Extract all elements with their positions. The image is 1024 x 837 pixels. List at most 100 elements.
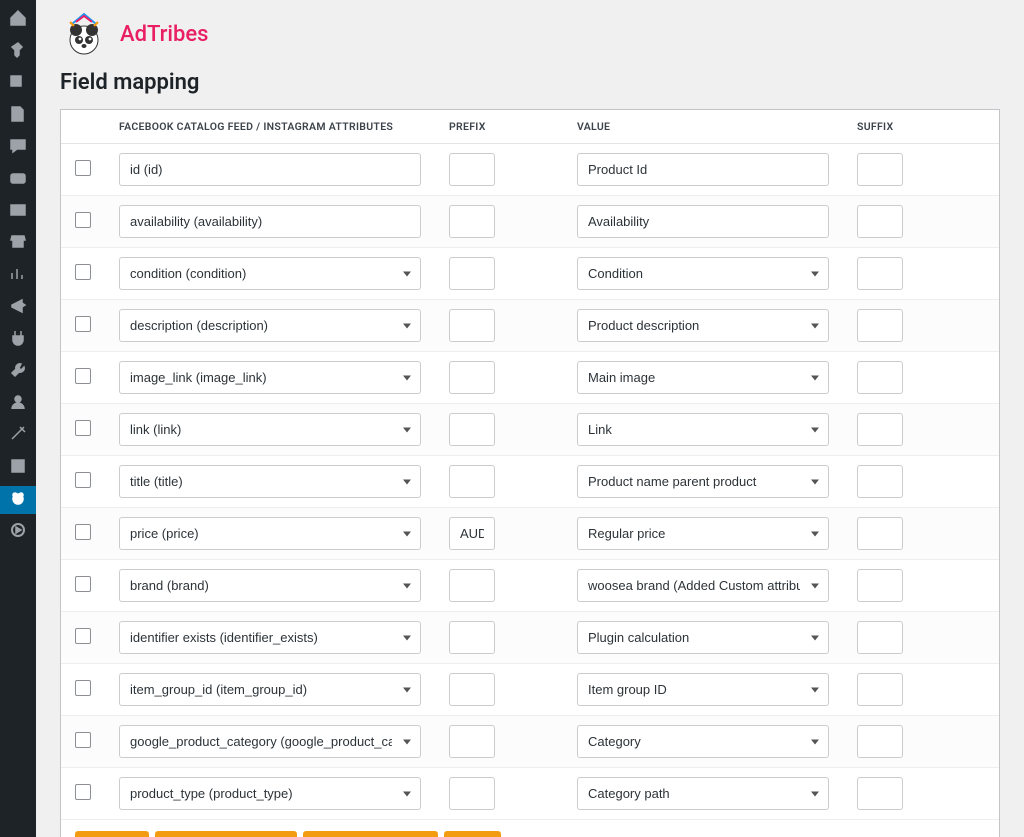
suffix-input[interactable] <box>857 621 903 654</box>
add-field-mapping-button[interactable]: + Add field mapping <box>155 831 298 837</box>
row-checkbox[interactable] <box>75 160 91 176</box>
media-icon <box>9 73 27 95</box>
prefix-input[interactable] <box>449 153 495 186</box>
attribute-select[interactable]: link (link) <box>119 413 421 446</box>
table-row: brand (brand) woosea brand (Added Custom … <box>61 560 999 612</box>
suffix-input[interactable] <box>857 725 903 758</box>
value-select[interactable]: Category path <box>577 777 829 810</box>
value-select[interactable]: woosea brand (Added Custom attribute) <box>577 569 829 602</box>
attribute-select[interactable]: description (description) <box>119 309 421 342</box>
row-checkbox[interactable] <box>75 368 91 384</box>
sidebar-item-pages[interactable] <box>0 102 36 130</box>
row-checkbox[interactable] <box>75 628 91 644</box>
attribute-input[interactable] <box>119 205 421 238</box>
sidebar-item-pin[interactable] <box>0 38 36 66</box>
sidebar-item-block[interactable] <box>0 454 36 482</box>
row-checkbox[interactable] <box>75 576 91 592</box>
prefix-input[interactable] <box>449 569 495 602</box>
sidebar-item-comments[interactable] <box>0 134 36 162</box>
value-select[interactable]: Product name parent product <box>577 465 829 498</box>
row-checkbox[interactable] <box>75 316 91 332</box>
add-custom-field-button[interactable]: + Add custom field <box>303 831 438 837</box>
table-actions: - Delete + Add field mapping + Add custo… <box>61 820 999 837</box>
row-checkbox[interactable] <box>75 732 91 748</box>
attribute-select[interactable]: google_product_category (google_product_… <box>119 725 421 758</box>
sidebar-item-users[interactable] <box>0 390 36 418</box>
value-select[interactable]: Main image <box>577 361 829 394</box>
value-select[interactable]: Category <box>577 725 829 758</box>
value-input[interactable] <box>577 205 829 238</box>
attribute-select[interactable]: product_type (product_type) <box>119 777 421 810</box>
suffix-input[interactable] <box>857 569 903 602</box>
sidebar-item-circle[interactable] <box>0 518 36 546</box>
suffix-input[interactable] <box>857 413 903 446</box>
attribute-select[interactable]: condition (condition) <box>119 257 421 290</box>
prefix-input[interactable] <box>449 309 495 342</box>
prefix-input[interactable] <box>449 361 495 394</box>
row-checkbox[interactable] <box>75 212 91 228</box>
prefix-input[interactable] <box>449 777 495 810</box>
value-input[interactable] <box>577 153 829 186</box>
settings-icon <box>9 425 27 447</box>
value-select[interactable]: Item group ID <box>577 673 829 706</box>
value-select[interactable]: Link <box>577 413 829 446</box>
suffix-input[interactable] <box>857 361 903 394</box>
suffix-input[interactable] <box>857 257 903 290</box>
prefix-input[interactable] <box>449 517 495 550</box>
sidebar-item-tools[interactable] <box>0 358 36 386</box>
row-checkbox[interactable] <box>75 680 91 696</box>
sidebar-item-appearance[interactable] <box>0 198 36 226</box>
row-checkbox[interactable] <box>75 784 91 800</box>
suffix-input[interactable] <box>857 777 903 810</box>
sidebar-item-marketing[interactable] <box>0 294 36 322</box>
sidebar-item-woo[interactable] <box>0 166 36 194</box>
prefix-input[interactable] <box>449 673 495 706</box>
attribute-input[interactable] <box>119 153 421 186</box>
sidebar-item-panda[interactable] <box>0 486 36 514</box>
sidebar-item-plugins[interactable] <box>0 326 36 354</box>
value-select[interactable]: Condition <box>577 257 829 290</box>
suffix-input[interactable] <box>857 673 903 706</box>
suffix-input[interactable] <box>857 465 903 498</box>
value-select[interactable]: Regular price <box>577 517 829 550</box>
prefix-input[interactable] <box>449 413 495 446</box>
attribute-select[interactable]: brand (brand) <box>119 569 421 602</box>
value-select[interactable]: Product description <box>577 309 829 342</box>
sidebar-item-media[interactable] <box>0 70 36 98</box>
attribute-select[interactable]: item_group_id (item_group_id) <box>119 673 421 706</box>
sidebar-item-store[interactable] <box>0 230 36 258</box>
panda-icon <box>9 489 27 511</box>
prefix-input[interactable] <box>449 257 495 290</box>
dashboard-icon <box>9 9 27 31</box>
sidebar-item-settings[interactable] <box>0 422 36 450</box>
attribute-select[interactable]: price (price) <box>119 517 421 550</box>
comments-icon <box>9 137 27 159</box>
woo-icon <box>9 169 27 191</box>
prefix-input[interactable] <box>449 465 495 498</box>
prefix-input[interactable] <box>449 621 495 654</box>
row-checkbox[interactable] <box>75 472 91 488</box>
prefix-input[interactable] <box>449 205 495 238</box>
value-select[interactable]: Plugin calculation <box>577 621 829 654</box>
sidebar-item-dashboard[interactable] <box>0 6 36 34</box>
suffix-input[interactable] <box>857 205 903 238</box>
suffix-input[interactable] <box>857 309 903 342</box>
suffix-input[interactable] <box>857 517 903 550</box>
attribute-select[interactable]: identifier exists (identifier_exists) <box>119 621 421 654</box>
delete-button[interactable]: - Delete <box>75 831 149 837</box>
table-row: link (link) Link <box>61 404 999 456</box>
row-checkbox[interactable] <box>75 524 91 540</box>
store-icon <box>9 233 27 255</box>
brand-header: AdTribes <box>60 10 1000 58</box>
suffix-input[interactable] <box>857 153 903 186</box>
prefix-input[interactable] <box>449 725 495 758</box>
block-icon <box>9 457 27 479</box>
column-header-prefix: Prefix <box>435 110 563 144</box>
row-checkbox[interactable] <box>75 264 91 280</box>
row-checkbox[interactable] <box>75 420 91 436</box>
attribute-select[interactable]: title (title) <box>119 465 421 498</box>
save-button[interactable]: Save <box>444 831 502 837</box>
appearance-icon <box>9 201 27 223</box>
attribute-select[interactable]: image_link (image_link) <box>119 361 421 394</box>
sidebar-item-analytics[interactable] <box>0 262 36 290</box>
